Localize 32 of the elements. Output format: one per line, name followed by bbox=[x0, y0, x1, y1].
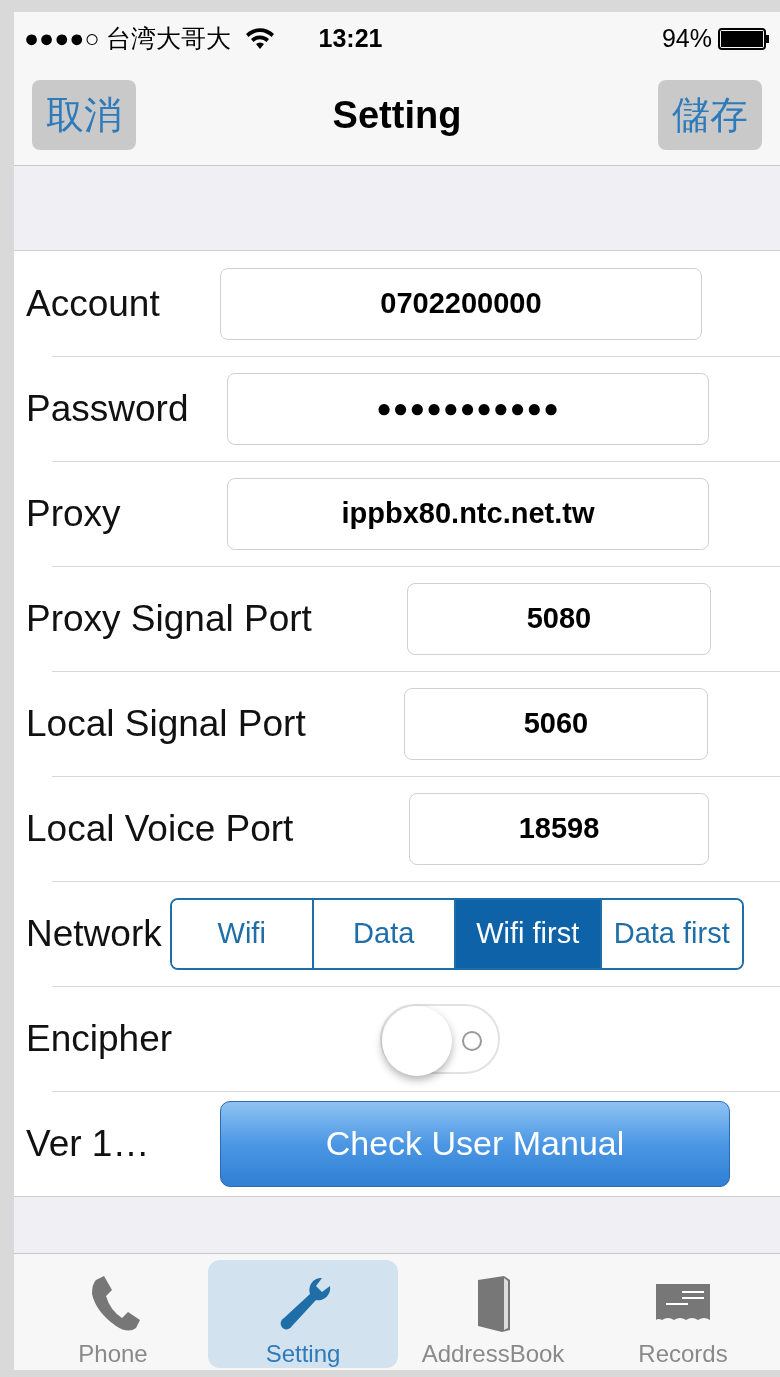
input-field[interactable]: ●●●●●●●●●●● bbox=[227, 372, 709, 445]
cancel-button[interactable]: 取消 bbox=[32, 80, 136, 150]
segment-option[interactable]: Data first bbox=[599, 899, 742, 968]
tab-item[interactable]: Records bbox=[588, 1260, 778, 1368]
field-label: Account bbox=[26, 282, 160, 325]
tab-item[interactable]: Phone bbox=[18, 1260, 208, 1368]
battery-level: 94% bbox=[661, 24, 712, 53]
battery-icon bbox=[718, 27, 770, 50]
carrier-name: 台湾大哥大 bbox=[105, 23, 231, 54]
field-label: Password bbox=[26, 387, 189, 430]
input-field[interactable]: 0702200000 bbox=[220, 267, 702, 340]
field-label: Network bbox=[26, 912, 162, 955]
field-label: Proxy bbox=[26, 492, 121, 535]
toggle-switch[interactable] bbox=[380, 1003, 500, 1074]
wifi-icon bbox=[244, 26, 275, 51]
version-label: Ver 1… bbox=[26, 1122, 150, 1165]
segment-option[interactable]: Wifi first bbox=[453, 899, 600, 968]
tab-item[interactable]: Setting bbox=[208, 1260, 398, 1368]
screen-title: Setting bbox=[332, 93, 462, 137]
field-label: Encipher bbox=[26, 1017, 173, 1060]
tab-item[interactable]: AddressBook bbox=[398, 1260, 588, 1368]
input-field[interactable]: ippbx80.ntc.net.tw bbox=[227, 477, 709, 550]
clock: 13:21 bbox=[318, 24, 383, 53]
field-label: Proxy Signal Port bbox=[26, 597, 312, 640]
field-label: Local Voice Port bbox=[26, 807, 294, 850]
input-field[interactable]: 18598 bbox=[409, 792, 709, 865]
input-field[interactable]: 5060 bbox=[404, 687, 708, 760]
save-button[interactable]: 儲存 bbox=[658, 80, 762, 150]
signal-dots: ●●●●○ bbox=[24, 24, 100, 53]
user-manual-button[interactable]: Check User Manual bbox=[220, 1100, 730, 1187]
input-field[interactable]: 5080 bbox=[407, 582, 711, 655]
field-label: Local Signal Port bbox=[26, 702, 306, 745]
